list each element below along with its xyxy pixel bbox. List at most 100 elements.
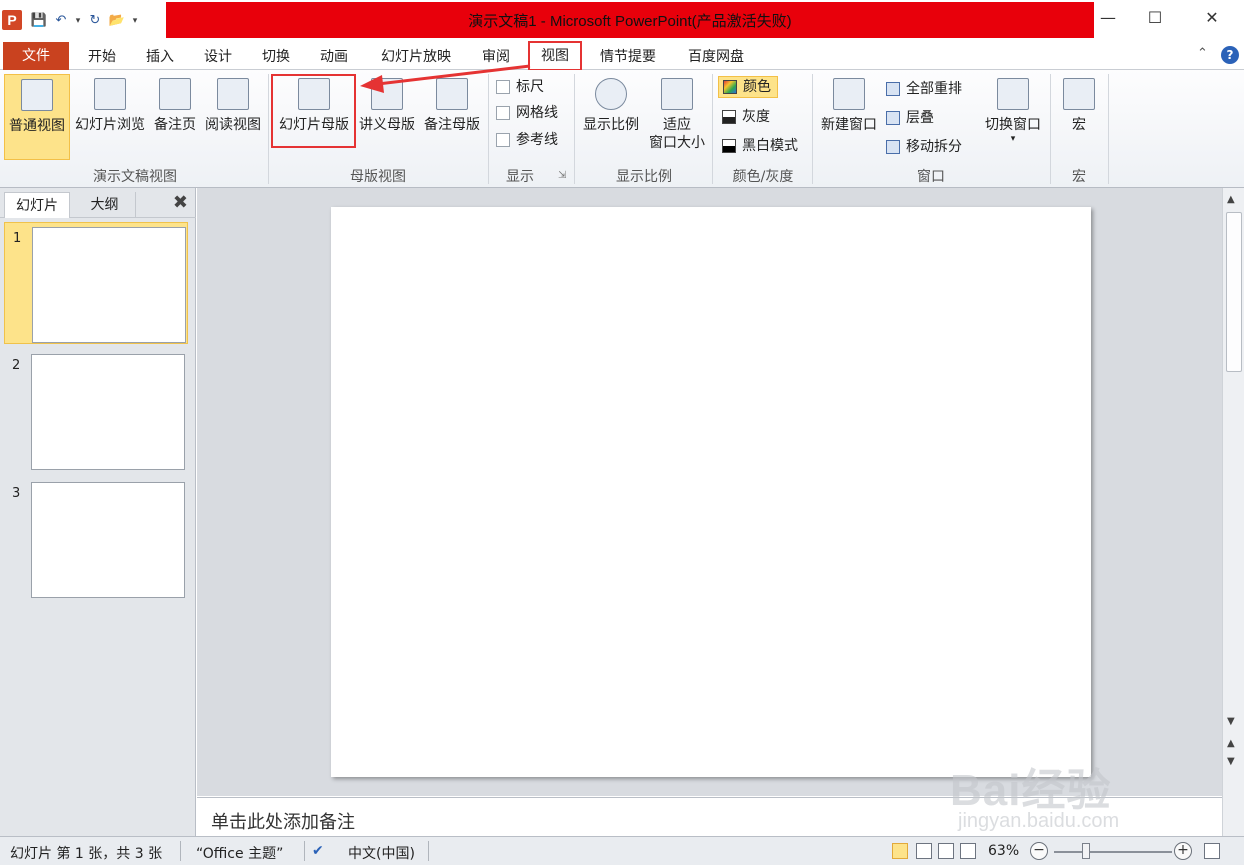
tab-insert[interactable]: 插入 bbox=[138, 44, 182, 70]
slide-position-status: 幻灯片 第 1 张，共 3 张 bbox=[10, 846, 163, 862]
highlight-box bbox=[271, 74, 356, 148]
checkbox-icon bbox=[496, 133, 510, 147]
collapse-ribbon-icon[interactable]: ⌃ bbox=[1197, 46, 1208, 61]
tab-view[interactable]: 视图 bbox=[528, 41, 582, 71]
macros-button[interactable]: 宏 bbox=[1056, 74, 1102, 160]
ruler-checkbox[interactable]: 标尺 bbox=[496, 76, 544, 98]
zoom-button[interactable]: 显示比例 bbox=[580, 74, 642, 160]
notes-page-button[interactable]: 备注页 bbox=[150, 74, 200, 160]
notes-master-button[interactable]: 备注母版 bbox=[420, 74, 484, 160]
save-icon[interactable]: 💾 bbox=[30, 12, 48, 30]
zoom-level[interactable]: 63% bbox=[988, 843, 1019, 859]
tab-transitions[interactable]: 切换 bbox=[254, 44, 298, 70]
handout-master-icon bbox=[371, 78, 403, 110]
gridlines-checkbox[interactable]: 网格线 bbox=[496, 102, 558, 124]
slide-thumbnail[interactable]: 1 bbox=[4, 222, 188, 344]
dialog-launcher-icon[interactable]: ⇲ bbox=[558, 170, 566, 181]
minimize-button[interactable]: — bbox=[1086, 4, 1130, 32]
zoom-slider[interactable] bbox=[1054, 851, 1172, 853]
move-split-button[interactable]: 移动拆分 bbox=[886, 136, 962, 158]
window-title-text: 演示文稿1 - Microsoft PowerPoint(产品激活失败) bbox=[468, 12, 792, 30]
scroll-up-icon[interactable]: ▲ bbox=[1227, 194, 1235, 205]
slide-thumbnail[interactable]: 3 bbox=[4, 478, 188, 600]
reading-view-icon[interactable] bbox=[938, 843, 954, 859]
zoom-slider-thumb[interactable] bbox=[1082, 843, 1090, 859]
tab-design[interactable]: 设计 bbox=[196, 44, 240, 70]
tab-storyboarding[interactable]: 情节提要 bbox=[592, 44, 664, 70]
status-separator bbox=[304, 841, 305, 861]
help-icon[interactable]: ? bbox=[1221, 46, 1239, 64]
arrange-all-icon bbox=[886, 82, 900, 96]
spell-check-icon[interactable]: ✔ bbox=[312, 843, 324, 859]
close-button[interactable]: ✕ bbox=[1190, 4, 1234, 32]
powerpoint-app-icon[interactable]: P bbox=[2, 10, 22, 30]
scrollbar-thumb[interactable] bbox=[1226, 212, 1242, 372]
ribbon-separator bbox=[812, 74, 813, 184]
reading-view-button[interactable]: 阅读视图 bbox=[202, 74, 264, 160]
color-mode-button[interactable]: 颜色 bbox=[718, 76, 778, 98]
language-status[interactable]: 中文(中国) bbox=[348, 843, 415, 863]
tab-file[interactable]: 文件 bbox=[3, 42, 69, 70]
ribbon-separator bbox=[488, 74, 489, 184]
customize-qat-icon[interactable]: ▾ bbox=[130, 12, 140, 30]
cascade-button[interactable]: 层叠 bbox=[886, 107, 934, 129]
group-label-presentation-views: 演示文稿视图 bbox=[93, 169, 177, 185]
ribbon-separator bbox=[1050, 74, 1051, 184]
normal-view-icon bbox=[21, 79, 53, 111]
window-title: 演示文稿1 - Microsoft PowerPoint(产品激活失败) bbox=[166, 2, 1094, 38]
quick-access-toolbar: 💾 ↶ ▾ ↻ 📂 ▾ bbox=[30, 10, 140, 32]
slide-sorter-view-icon[interactable] bbox=[916, 843, 932, 859]
close-pane-icon[interactable]: ✖ bbox=[173, 192, 188, 213]
color-swatch-icon bbox=[723, 80, 737, 94]
zoom-out-icon[interactable]: − bbox=[1030, 842, 1048, 860]
slide-sorter-icon bbox=[94, 78, 126, 110]
arrange-all-button[interactable]: 全部重排 bbox=[886, 78, 962, 100]
switch-windows-button[interactable]: 切换窗口 ▾ bbox=[980, 74, 1046, 160]
redo-icon[interactable]: ↻ bbox=[86, 12, 104, 30]
previous-slide-icon[interactable]: ▲ bbox=[1227, 738, 1235, 749]
notes-pane[interactable]: 单击此处添加备注 bbox=[197, 797, 1222, 836]
fit-window-icon bbox=[661, 78, 693, 110]
group-label-window: 窗口 bbox=[917, 169, 945, 185]
open-folder-icon[interactable]: 📂 bbox=[108, 12, 126, 30]
undo-dropdown-icon[interactable]: ▾ bbox=[74, 12, 82, 30]
normal-view-icon[interactable] bbox=[892, 843, 908, 859]
slide-thumbnail-image bbox=[31, 482, 185, 598]
tab-slide-show[interactable]: 幻灯片放映 bbox=[370, 44, 462, 70]
notes-placeholder: 单击此处添加备注 bbox=[211, 812, 355, 833]
normal-view-button[interactable]: 普通视图 bbox=[4, 74, 70, 160]
slides-pane: 幻灯片 大纲 ✖ 1 2 3 bbox=[0, 188, 196, 836]
tab-baidu-netdisk[interactable]: 百度网盘 bbox=[680, 44, 752, 70]
tab-review[interactable]: 审阅 bbox=[474, 44, 518, 70]
current-slide[interactable] bbox=[331, 207, 1091, 777]
undo-icon[interactable]: ↶ bbox=[52, 12, 70, 30]
notes-master-icon bbox=[436, 78, 468, 110]
fit-slide-icon[interactable] bbox=[1204, 843, 1220, 859]
grayscale-mode-button[interactable]: 灰度 bbox=[722, 106, 770, 128]
tab-outline[interactable]: 大纲 bbox=[74, 192, 136, 218]
move-split-icon bbox=[886, 140, 900, 154]
black-white-mode-button[interactable]: 黑白模式 bbox=[722, 135, 798, 157]
next-slide-icon[interactable]: ▼ bbox=[1227, 756, 1235, 767]
vertical-scrollbar[interactable]: ▲ ▼ ▲ ▼ bbox=[1222, 188, 1244, 836]
scroll-down-icon[interactable]: ▼ bbox=[1227, 716, 1235, 727]
tab-animations[interactable]: 动画 bbox=[312, 44, 356, 70]
guides-checkbox[interactable]: 参考线 bbox=[496, 129, 558, 151]
switch-windows-icon bbox=[997, 78, 1029, 110]
group-label-macros: 宏 bbox=[1072, 169, 1086, 185]
handout-master-button[interactable]: 讲义母版 bbox=[356, 74, 418, 160]
slide-thumbnail[interactable]: 2 bbox=[4, 350, 188, 472]
fit-to-window-button[interactable]: 适应 窗口大小 bbox=[646, 74, 708, 160]
slide-thumbnail-image bbox=[32, 227, 186, 343]
tab-slides[interactable]: 幻灯片 bbox=[4, 192, 70, 218]
reading-view-icon bbox=[217, 78, 249, 110]
tab-home[interactable]: 开始 bbox=[80, 44, 124, 70]
slide-show-view-icon[interactable] bbox=[960, 843, 976, 859]
checkbox-icon bbox=[496, 80, 510, 94]
ribbon-separator bbox=[574, 74, 575, 184]
zoom-in-icon[interactable]: + bbox=[1174, 842, 1192, 860]
theme-status[interactable]: “Office 主题” bbox=[196, 843, 283, 863]
slide-sorter-button[interactable]: 幻灯片浏览 bbox=[72, 74, 148, 160]
maximize-button[interactable]: ☐ bbox=[1133, 4, 1177, 32]
new-window-button[interactable]: 新建窗口 bbox=[816, 74, 882, 160]
